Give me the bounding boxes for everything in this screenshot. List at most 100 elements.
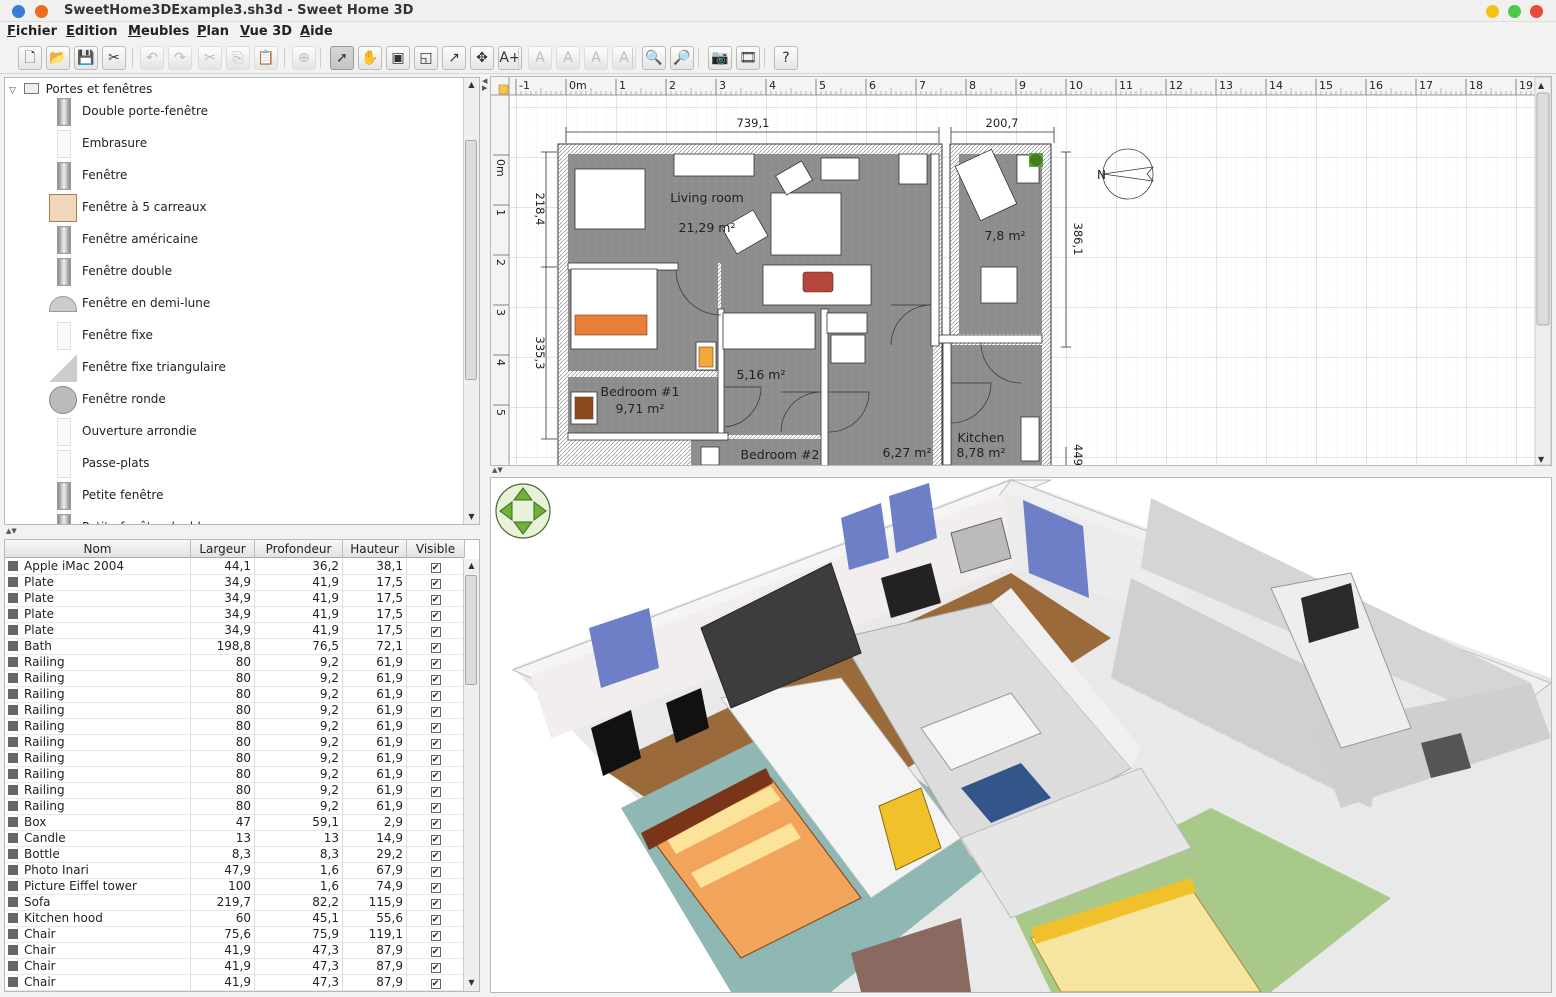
scroll-thumb[interactable] — [1536, 92, 1550, 326]
table-row[interactable]: Apple iMac 2004 44,1 36,2 38,1 ✔ — [5, 559, 465, 575]
table-row[interactable]: Plate 34,9 41,9 17,5 ✔ — [5, 575, 465, 591]
new-home-button[interactable]: 🗋 — [18, 46, 42, 70]
visible-checkbox[interactable]: ✔ — [430, 659, 441, 669]
visible-checkbox[interactable]: ✔ — [430, 979, 441, 989]
catalog-item[interactable]: Passe-plats — [49, 448, 449, 480]
catalog-item[interactable]: Petite fenêtre double — [49, 512, 449, 524]
redo-button[interactable]: ↷ — [168, 46, 192, 70]
menu-edition[interactable]: Edition — [66, 24, 118, 39]
create-video-button[interactable]: 🎞 — [736, 46, 760, 70]
table-row[interactable]: Plate 34,9 41,9 17,5 ✔ — [5, 607, 465, 623]
table-scrollbar[interactable]: ▲ ▼ — [463, 559, 479, 991]
menu-aide[interactable]: Aide — [300, 24, 333, 39]
table-row[interactable]: Railing 80 9,2 61,9 ✔ — [5, 703, 465, 719]
create-photo-button[interactable]: 📷 — [708, 46, 732, 70]
visible-checkbox[interactable]: ✔ — [430, 707, 441, 717]
table-row[interactable]: Chair 41,9 47,3 87,9 ✔ — [5, 943, 465, 959]
visible-checkbox[interactable]: ✔ — [430, 963, 441, 973]
main-vertical-splitter[interactable]: ◀ ▶ — [482, 76, 490, 993]
zoom-in-button[interactable]: 🔍 — [642, 46, 666, 70]
copy-button[interactable]: ⎘ — [226, 46, 250, 70]
table-row[interactable]: Railing 80 9,2 61,9 ✔ — [5, 655, 465, 671]
table-row[interactable]: Bottle 8,3 8,3 29,2 ✔ — [5, 847, 465, 863]
minimize-button[interactable] — [1486, 5, 1499, 18]
column-profondeur[interactable]: Profondeur — [255, 540, 343, 558]
menu-plan[interactable]: Plan — [197, 24, 229, 39]
scroll-down-icon[interactable]: ▼ — [464, 510, 479, 524]
scroll-up-icon[interactable]: ▲ — [1538, 81, 1545, 90]
tree-expand-icon[interactable]: ▽ — [9, 86, 16, 96]
visible-checkbox[interactable]: ✔ — [430, 915, 441, 925]
view-3d[interactable] — [490, 477, 1552, 993]
catalog-item[interactable]: Fenêtre américaine — [49, 224, 449, 256]
scroll-up-icon[interactable]: ▲ — [464, 559, 479, 573]
paste-button[interactable]: 📋 — [254, 46, 278, 70]
scroll-thumb[interactable] — [465, 575, 477, 685]
visible-checkbox[interactable]: ✔ — [430, 755, 441, 765]
table-row[interactable]: Box 47 59,1 2,9 ✔ — [5, 815, 465, 831]
catalog-item[interactable]: Fenêtre double — [49, 256, 449, 288]
table-row[interactable]: Railing 80 9,2 61,9 ✔ — [5, 687, 465, 703]
catalog-item[interactable]: Fenêtre fixe — [49, 320, 449, 352]
catalog-item[interactable]: Fenêtre en demi-lune — [49, 288, 449, 320]
visible-checkbox[interactable]: ✔ — [430, 611, 441, 621]
cut-button[interactable]: ✂ — [198, 46, 222, 70]
zoom-out-button[interactable]: 🔎 — [670, 46, 694, 70]
table-row[interactable]: Picture Eiffel tower 100 1,6 74,9 ✔ — [5, 879, 465, 895]
table-row[interactable]: Chair 41,9 47,3 87,9 ✔ — [5, 959, 465, 975]
create-walls-button[interactable]: ▣ — [386, 46, 410, 70]
table-row[interactable]: Plate 34,9 41,9 17,5 ✔ — [5, 591, 465, 607]
table-row[interactable]: Kitchen hood 60 45,1 55,6 ✔ — [5, 911, 465, 927]
maximize-button[interactable] — [1508, 5, 1521, 18]
preferences-button[interactable]: ✂ — [102, 46, 126, 70]
scroll-down-icon[interactable]: ▼ — [1538, 455, 1545, 464]
catalog-item[interactable]: Petite fenêtre — [49, 480, 449, 512]
visible-checkbox[interactable]: ✔ — [430, 643, 441, 653]
undo-button[interactable]: ↶ — [140, 46, 164, 70]
table-row[interactable]: Railing 80 9,2 61,9 ✔ — [5, 767, 465, 783]
column-visible[interactable]: Visible — [407, 540, 465, 558]
visible-checkbox[interactable]: ✔ — [430, 867, 441, 877]
add-furniture-button[interactable]: ⊕ — [292, 46, 316, 70]
visible-checkbox[interactable]: ✔ — [430, 627, 441, 637]
window-pin-icon[interactable] — [35, 5, 48, 18]
create-dimensions-button[interactable]: ✥ — [470, 46, 494, 70]
column-hauteur[interactable]: Hauteur — [343, 540, 407, 558]
visible-checkbox[interactable]: ✔ — [430, 563, 441, 573]
pan-mode-button[interactable]: ✋ — [358, 46, 382, 70]
visible-checkbox[interactable]: ✔ — [430, 595, 441, 605]
catalog-table-splitter[interactable]: ▲▼ — [4, 527, 480, 537]
text-italic-button[interactable]: A — [556, 46, 580, 70]
visible-checkbox[interactable]: ✔ — [430, 787, 441, 797]
visible-checkbox[interactable]: ✔ — [430, 883, 441, 893]
catalog-scrollbar[interactable]: ▲ ▼ — [463, 78, 479, 524]
column-nom[interactable]: Nom — [5, 540, 191, 558]
visible-checkbox[interactable]: ✔ — [430, 947, 441, 957]
table-row[interactable]: Plate 34,9 41,9 17,5 ✔ — [5, 623, 465, 639]
visible-checkbox[interactable]: ✔ — [430, 723, 441, 733]
menu-meubles[interactable]: Meubles — [128, 24, 189, 39]
catalog-item[interactable]: Ouverture arrondie — [49, 416, 449, 448]
visible-checkbox[interactable]: ✔ — [430, 803, 441, 813]
close-button[interactable] — [1530, 5, 1543, 18]
plan-view[interactable]: -1 0m 1 2 3 4 5 6 7 8 9 10 11 12 13 14 15 16 17 18 19 0m 1 2 3 4… — [490, 76, 1552, 466]
visible-checkbox[interactable]: ✔ — [430, 851, 441, 861]
table-row[interactable]: Sofa 219,7 82,2 115,9 ✔ — [5, 895, 465, 911]
visible-checkbox[interactable]: ✔ — [430, 899, 441, 909]
visible-checkbox[interactable]: ✔ — [430, 771, 441, 781]
text-bold-button[interactable]: A — [528, 46, 552, 70]
scroll-down-icon[interactable]: ▼ — [464, 976, 479, 990]
help-button[interactable]: ? — [774, 46, 798, 70]
text-enlarge-button[interactable]: A — [584, 46, 608, 70]
table-row[interactable]: Railing 80 9,2 61,9 ✔ — [5, 671, 465, 687]
menu-fichier[interactable]: Fichier — [7, 24, 57, 39]
plan-3d-splitter[interactable]: ▲▼ — [490, 466, 1552, 476]
plan-canvas[interactable]: -1 0m 1 2 3 4 5 6 7 8 9 10 11 12 13 14 15 16 17 18 19 0m1234… — [491, 77, 1551, 465]
visible-checkbox[interactable]: ✔ — [430, 931, 441, 941]
save-button[interactable]: 💾 — [74, 46, 98, 70]
table-row[interactable]: Candle 13 13 14,9 ✔ — [5, 831, 465, 847]
table-row[interactable]: Bath 198,8 76,5 72,1 ✔ — [5, 639, 465, 655]
create-polylines-button[interactable]: ↗ — [442, 46, 466, 70]
visible-checkbox[interactable]: ✔ — [430, 675, 441, 685]
create-rooms-button[interactable]: ◱ — [414, 46, 438, 70]
